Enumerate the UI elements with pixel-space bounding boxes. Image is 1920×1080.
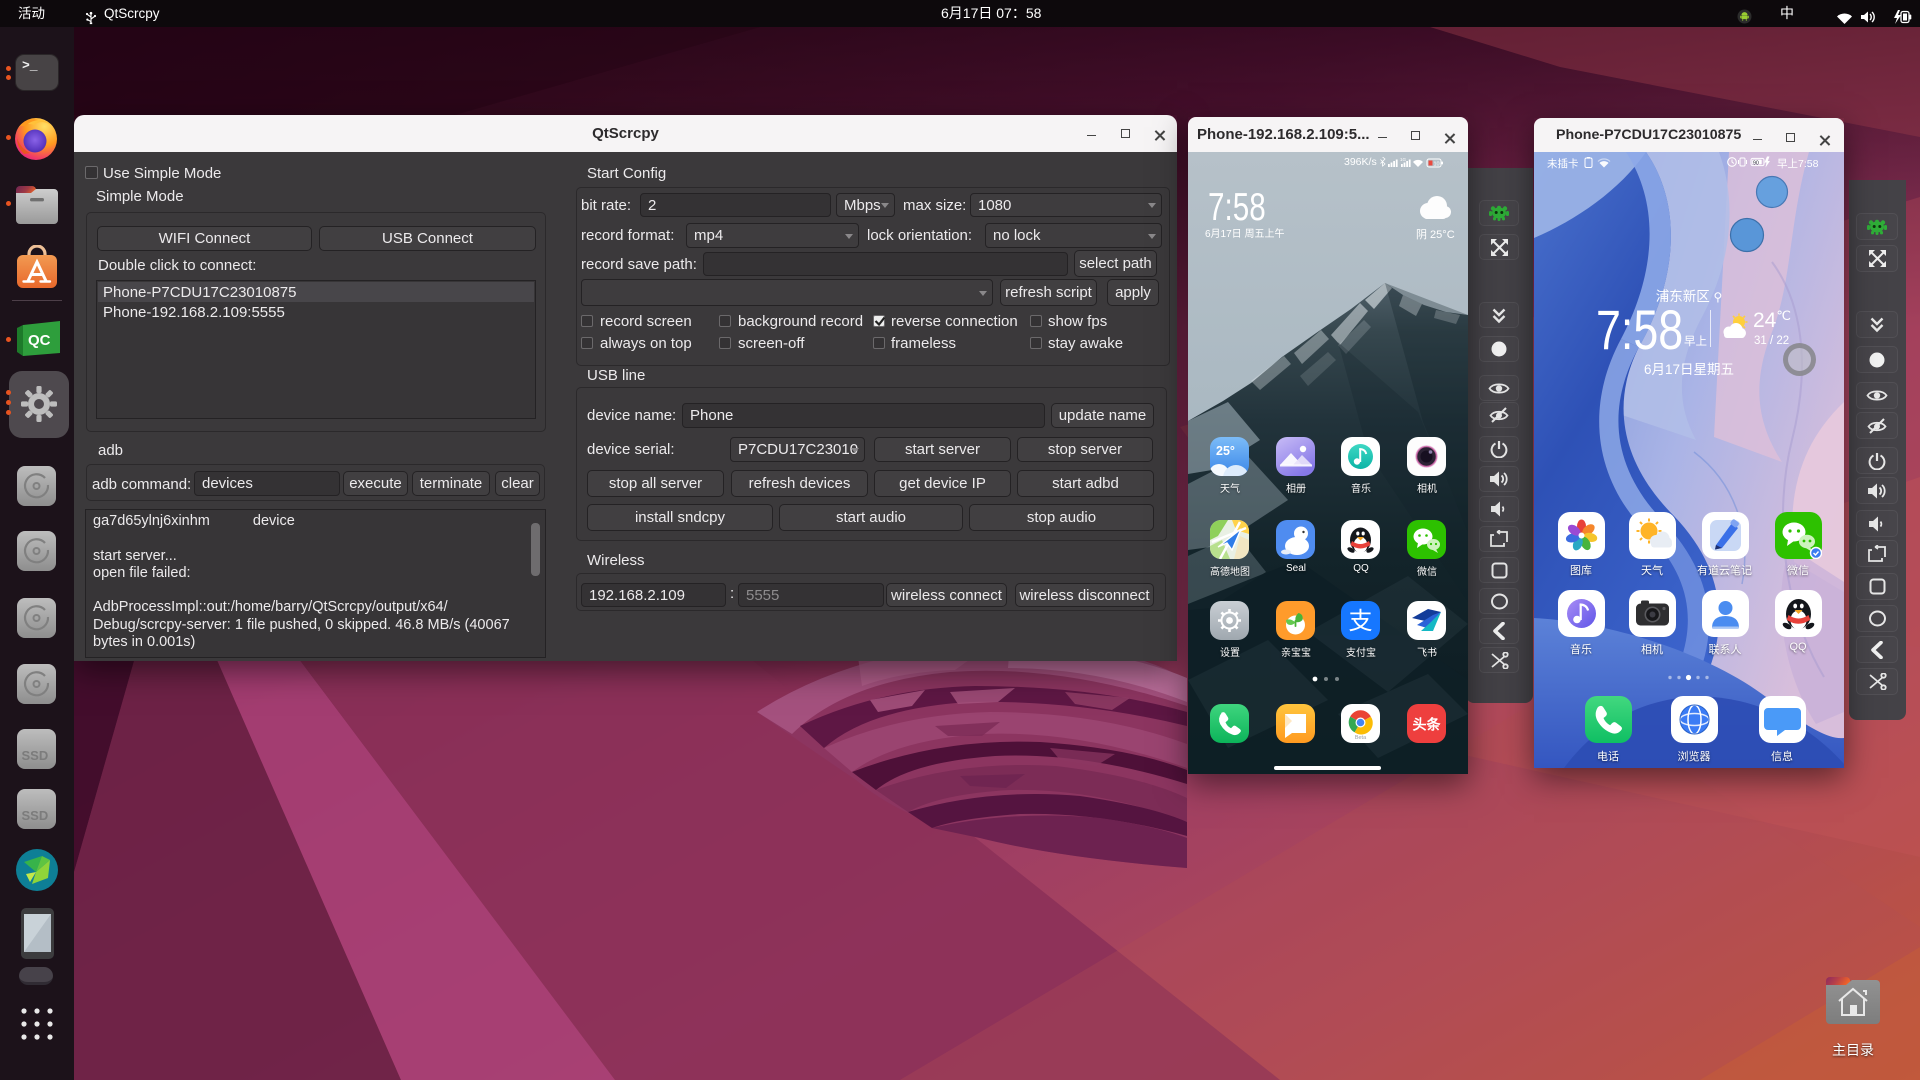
svg-text:支: 支 (1349, 608, 1373, 635)
svg-text:25°: 25° (1216, 444, 1235, 458)
svg-text:90: 90 (1753, 160, 1759, 166)
svg-text:Beta: Beta (1355, 735, 1367, 741)
svg-text:1G: 1G (1400, 157, 1407, 162)
svg-text:QC: QC (28, 332, 51, 349)
svg-text:10: 10 (1434, 162, 1440, 168)
svg-text:SSD: SSD (22, 808, 49, 823)
svg-text:SSD: SSD (22, 748, 49, 763)
svg-text:头条: 头条 (1413, 717, 1442, 733)
